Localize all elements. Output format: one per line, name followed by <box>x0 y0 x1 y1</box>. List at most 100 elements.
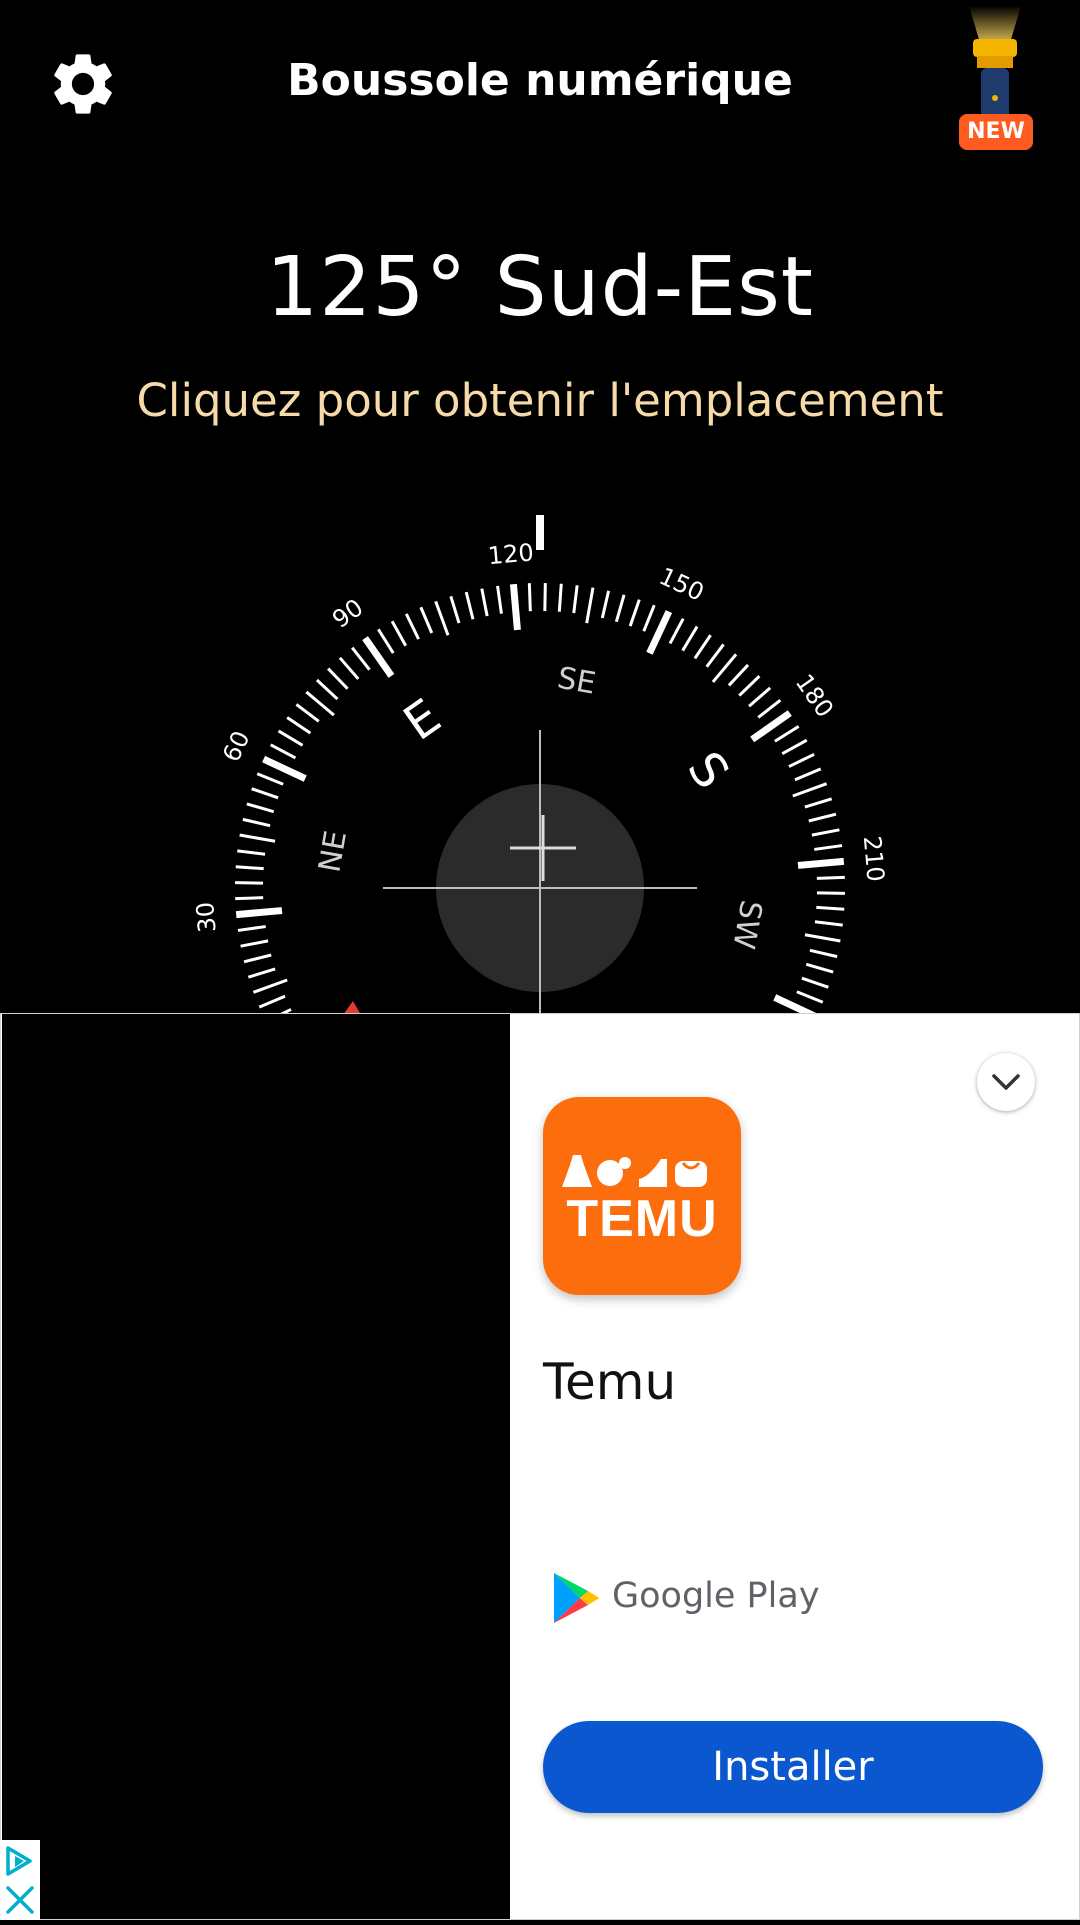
dial-tick <box>421 607 432 633</box>
shopping-glyphs-icon <box>543 1151 741 1191</box>
dial-tick <box>513 584 517 630</box>
dial-tick <box>798 861 844 865</box>
dial-degree-label: 210 <box>858 835 890 883</box>
ad-app-name[interactable]: Temu <box>543 1353 676 1411</box>
dial-tick <box>253 980 287 992</box>
dial-tick <box>574 585 577 613</box>
dial-tick <box>466 592 473 619</box>
dial-tick <box>236 867 264 869</box>
dial-tick <box>782 740 806 754</box>
dial-cardinal-label: S <box>676 742 739 799</box>
dial-degree-label: 60 <box>217 727 255 767</box>
dial-tick <box>271 745 296 758</box>
dial-tick <box>264 759 306 778</box>
dial-tick <box>238 927 266 931</box>
app-title: Boussole numérique <box>0 55 1080 106</box>
dial-tick <box>806 964 833 972</box>
dial-tick <box>248 969 275 977</box>
dial-tick <box>817 877 845 878</box>
dial-tick <box>482 589 487 616</box>
dial-tick <box>805 799 832 807</box>
dial-cardinal-label: NE <box>312 828 354 875</box>
dial-tick <box>795 769 821 780</box>
dial-tick <box>814 846 842 850</box>
adchoices-icon[interactable] <box>8 1848 30 1874</box>
get-location-link[interactable]: Cliquez pour obtenir l'emplacement <box>0 374 1080 427</box>
dial-tick <box>749 688 770 706</box>
dial-tick <box>257 774 283 784</box>
dial-tick <box>812 830 839 835</box>
dial-tick <box>241 941 268 946</box>
dial-tick <box>789 754 814 766</box>
dial-tick <box>237 851 265 854</box>
dial-tick <box>630 600 639 626</box>
dial-degree-label: 120 <box>487 538 535 570</box>
dial-tick <box>247 804 274 812</box>
heading-readout: 125° Sud-Est <box>0 240 1080 335</box>
dial-degree-label: 180 <box>790 669 839 723</box>
dial-tick <box>805 935 840 941</box>
dial-tick <box>793 784 827 796</box>
dial-degree-label: 90 <box>327 593 368 633</box>
dial-tick <box>616 595 624 622</box>
ad-media[interactable] <box>2 1014 510 1920</box>
dial-tick <box>406 614 418 639</box>
dial-tick <box>739 676 759 695</box>
dial-tick <box>707 644 724 666</box>
dial-tick <box>559 584 561 612</box>
compass-dial: 30 60 90 120 150 180 210 NE E SE S SW <box>0 500 1080 1015</box>
dial-cardinal-label: E <box>394 688 451 751</box>
adchoices-area <box>0 1840 40 1920</box>
dial-tick <box>587 588 593 623</box>
dial-tick <box>670 619 683 644</box>
dial-tick <box>695 635 711 658</box>
dial-tick <box>279 731 303 745</box>
dial-degree-label: 150 <box>655 562 708 607</box>
dial-tick <box>758 700 780 717</box>
dial-tick <box>392 621 406 645</box>
app-icon-wordmark: TEMU <box>543 1189 741 1249</box>
dial-tick <box>797 992 823 1002</box>
dial-tick <box>244 955 271 962</box>
ad-banner[interactable]: TEMU Temu Google Play Installer <box>0 1013 1080 1920</box>
dial-tick <box>683 627 697 651</box>
dial-tick <box>649 612 668 654</box>
dial-tick <box>287 717 310 733</box>
dial-degree-label: 30 <box>191 901 222 934</box>
close-icon[interactable] <box>8 1888 32 1912</box>
dial-tick <box>352 648 369 670</box>
top-bar: Boussole numérique NEW <box>0 0 1080 170</box>
dial-tick <box>235 898 263 899</box>
dial-tick <box>378 629 393 653</box>
dial-tick <box>816 907 844 909</box>
dial-tick <box>317 680 337 699</box>
dial-tick <box>713 654 736 682</box>
dial-tick <box>252 789 278 798</box>
dial-tick <box>240 835 275 841</box>
dial-tick <box>243 819 270 825</box>
dial-tick <box>729 665 748 685</box>
dial-tick <box>436 601 448 635</box>
chevron-down-icon[interactable] <box>977 1053 1035 1111</box>
dial-cardinal-label: SW <box>725 897 768 951</box>
dial-tick <box>259 996 285 1007</box>
dial-tick <box>306 692 334 715</box>
dial-tick <box>340 658 358 679</box>
dial-tick <box>815 922 843 925</box>
dial-tick <box>775 726 799 741</box>
dial-tick <box>529 583 530 611</box>
dial-tick <box>802 978 828 987</box>
new-badge: NEW <box>959 114 1033 150</box>
dial-tick <box>809 814 836 821</box>
google-play-icon <box>550 1570 600 1626</box>
dial-tick <box>810 950 837 956</box>
dial-tick <box>296 704 318 721</box>
app-icon[interactable]: TEMU <box>543 1097 741 1295</box>
dial-tick <box>498 586 502 614</box>
install-button[interactable]: Installer <box>543 1721 1043 1813</box>
dial-tick <box>644 605 654 631</box>
dial-tick <box>451 596 459 623</box>
dial-tick <box>602 591 608 618</box>
store-label: Google Play <box>612 1576 820 1616</box>
dial-cardinal-label: SE <box>555 661 599 702</box>
